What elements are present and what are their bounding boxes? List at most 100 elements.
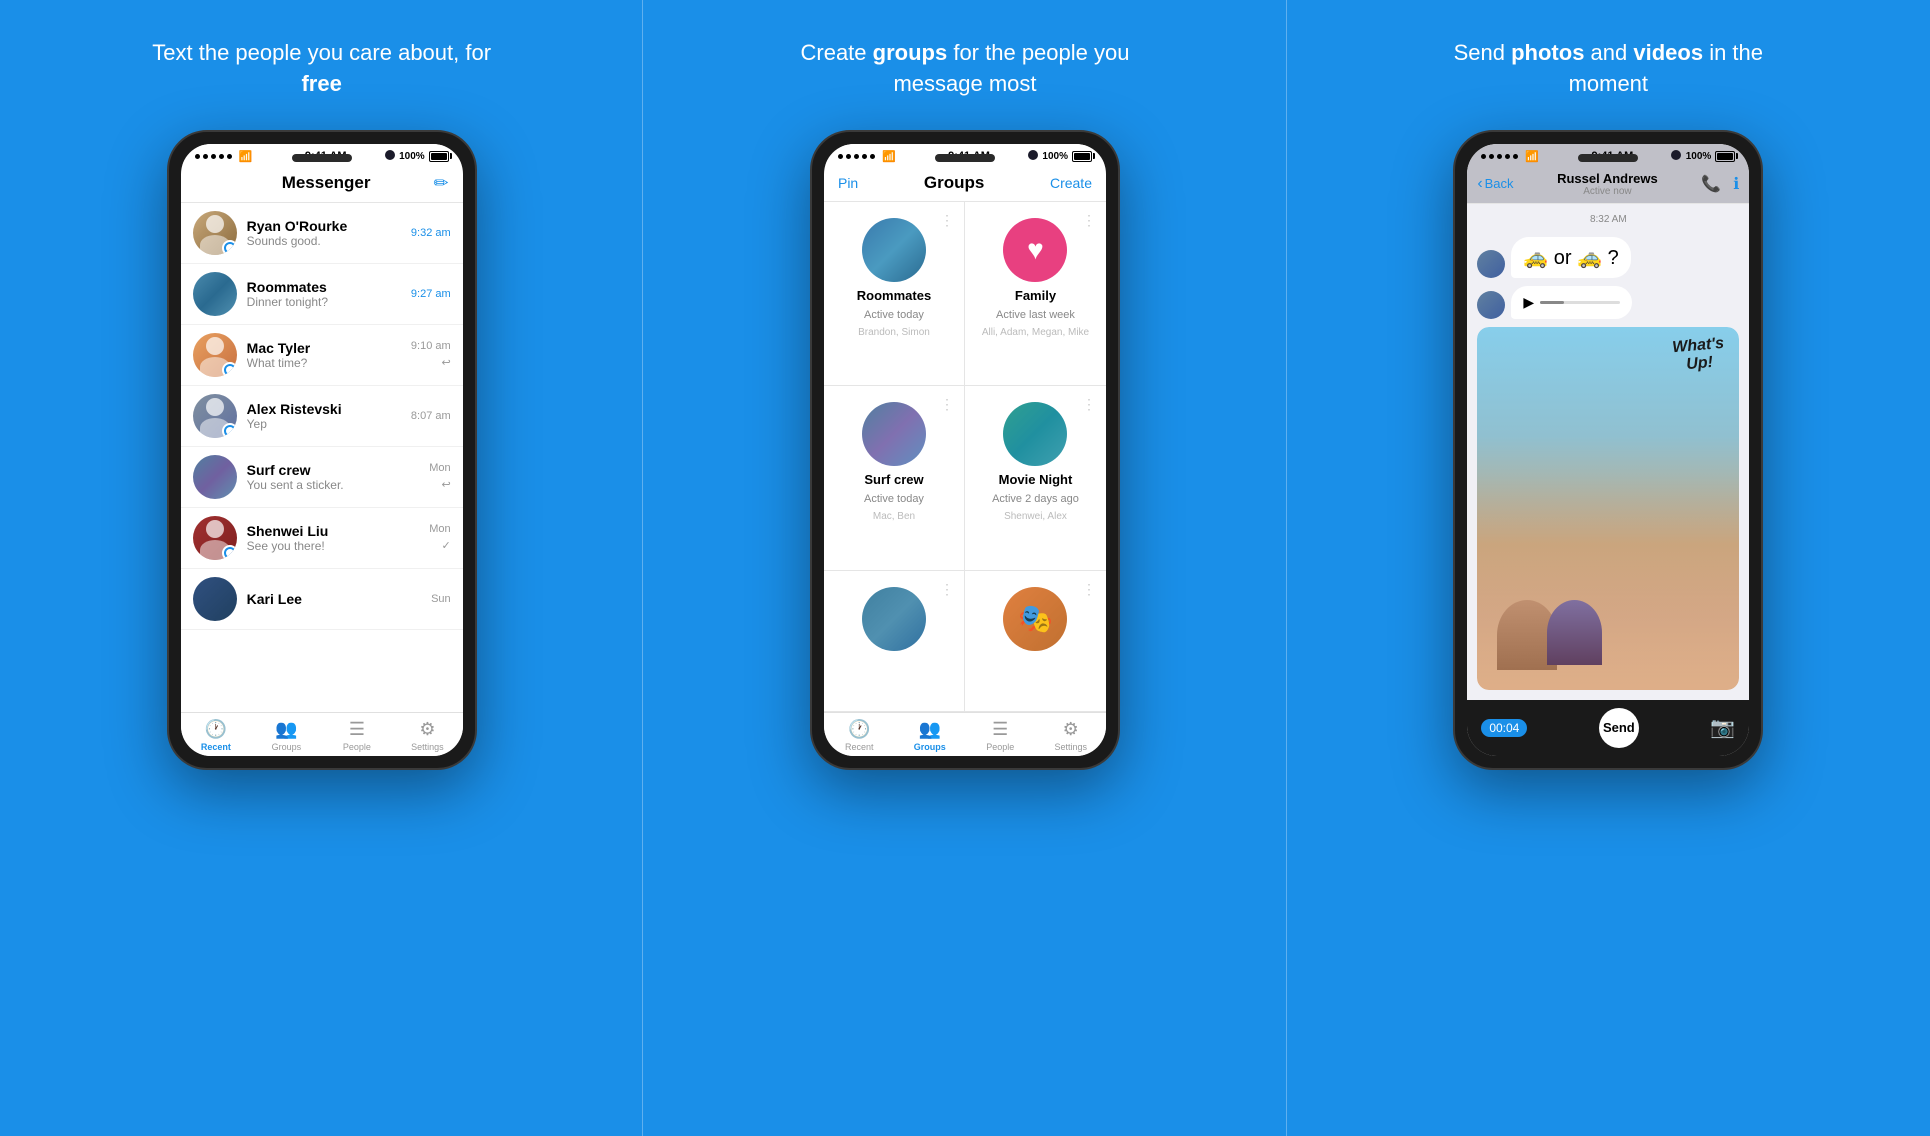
contact-info: Russel Andrews Active now xyxy=(1514,171,1702,197)
recent-icon-1: 🕐 xyxy=(205,719,227,740)
phone-speaker-2 xyxy=(935,154,995,162)
msg-time-alex: 8:07 am xyxy=(411,410,451,422)
group-members-roommates: Brandon, Simon xyxy=(858,327,930,338)
group-cell-beach[interactable]: ⋮ xyxy=(824,571,965,712)
panel-3-title: Send photos and videos in the moment xyxy=(1438,38,1778,100)
compose-icon[interactable]: ✏ xyxy=(434,173,449,194)
more-icon-beach[interactable]: ⋮ xyxy=(940,581,954,598)
msg-time-roommates: 9:27 am xyxy=(411,288,451,300)
tab-bar-1: 🕐 Recent 👥 Groups ☰ People ⚙ Settings xyxy=(181,712,463,756)
battery-icon-2 xyxy=(1072,151,1092,162)
phone-speaker-1 xyxy=(292,154,352,162)
tab-settings-1[interactable]: ⚙ Settings xyxy=(392,713,463,756)
chat-avatar-russel-2 xyxy=(1477,291,1505,319)
more-icon-family[interactable]: ⋮ xyxy=(1082,212,1096,229)
group-avatar-surf xyxy=(862,402,926,466)
badge-ryan xyxy=(222,240,237,255)
tab-people-2[interactable]: ☰ People xyxy=(965,713,1036,756)
msg-preview-shenwei: See you there! xyxy=(247,539,420,553)
tab-people-1[interactable]: ☰ People xyxy=(322,713,393,756)
battery-pct-3: 100% xyxy=(1686,151,1712,162)
group-activity-family: Active last week xyxy=(996,309,1075,321)
tab-groups-2[interactable]: 👥 Groups xyxy=(894,713,965,756)
badge-alex xyxy=(222,423,237,438)
msg-time-mac: 9:10 am xyxy=(411,340,451,352)
tab-settings-2[interactable]: ⚙ Settings xyxy=(1035,713,1106,756)
msg-preview-surf: You sent a sticker. xyxy=(247,478,420,492)
chevron-left-icon: ‹ xyxy=(1477,175,1482,193)
group-cell-family[interactable]: ⋮ ♥ Family Active last week Alli, Adam, … xyxy=(965,202,1106,387)
people-icon-1: ☰ xyxy=(349,719,365,740)
wifi-icon-3: 📶 xyxy=(1525,150,1539,163)
panel-1-title: Text the people you care about, for free xyxy=(152,38,492,100)
phone-3: 📶 9:41 AM 100% ‹ Back Russel xyxy=(1453,130,1763,770)
battery-pct-1: 100% xyxy=(399,151,425,162)
msg-item-roommates[interactable]: Roommates Dinner tonight? 9:27 am xyxy=(181,264,463,325)
msg-row-audio: ▶ xyxy=(1477,286,1739,319)
chat-header: ‹ Back Russel Andrews Active now 📞 ℹ xyxy=(1467,165,1749,204)
msg-item-alex[interactable]: Alex Ristevski Yep 8:07 am xyxy=(181,386,463,447)
group-members-family: Alli, Adam, Megan, Mike xyxy=(982,327,1089,338)
tab-label-settings-2: Settings xyxy=(1054,742,1087,752)
video-controls: 00:04 Send 📷 xyxy=(1467,700,1749,756)
msg-name-surf: Surf crew xyxy=(247,462,420,478)
info-icon[interactable]: ℹ xyxy=(1733,174,1739,194)
group-avatar-beach xyxy=(862,587,926,651)
avatar-mac xyxy=(193,333,237,377)
play-icon[interactable]: ▶ xyxy=(1523,294,1534,311)
msg-time-surf: Mon xyxy=(429,462,450,474)
photo-people xyxy=(1497,600,1602,670)
panel-text: Text the people you care about, for free… xyxy=(0,0,643,1136)
video-timer: 00:04 xyxy=(1481,719,1527,737)
badge-mac xyxy=(222,362,237,377)
msg-item-mac[interactable]: Mac Tyler What time? 9:10 am ↩ xyxy=(181,325,463,386)
phone-camera-3 xyxy=(1671,150,1681,160)
msg-item-ryan[interactable]: Ryan O'Rourke Sounds good. 9:32 am xyxy=(181,203,463,264)
msg-item-kari[interactable]: Kari Lee Sun xyxy=(181,569,463,630)
phone-2: 📶 9:41 AM 100% Pin Groups Create xyxy=(810,130,1120,770)
group-cell-other[interactable]: ⋮ 🎭 xyxy=(965,571,1106,712)
chat-messages: 8:32 AM 🚕 or 🚕 ? ▶ xyxy=(1467,204,1749,700)
group-activity-roommates: Active today xyxy=(864,309,924,321)
contact-name: Russel Andrews xyxy=(1514,171,1702,186)
group-cell-roommates[interactable]: ⋮ Roommates Active today Brandon, Simon xyxy=(824,202,965,387)
more-icon-movie[interactable]: ⋮ xyxy=(1082,396,1096,413)
group-cell-movie[interactable]: ⋮ Movie Night Active 2 days ago Shenwei,… xyxy=(965,386,1106,571)
group-avatar-family: ♥ xyxy=(1003,218,1067,282)
group-name-surf: Surf crew xyxy=(864,472,923,487)
camera-icon[interactable]: 📷 xyxy=(1710,715,1735,740)
phone-speaker-3 xyxy=(1578,154,1638,162)
msg-name-mac: Mac Tyler xyxy=(247,340,401,356)
group-activity-movie: Active 2 days ago xyxy=(992,493,1079,505)
create-button[interactable]: Create xyxy=(1050,175,1092,191)
back-button[interactable]: ‹ Back xyxy=(1477,175,1513,193)
phone-icon[interactable]: 📞 xyxy=(1701,174,1721,194)
battery-pct-2: 100% xyxy=(1042,151,1068,162)
recent-icon-2: 🕐 xyxy=(848,719,870,740)
tab-groups-1[interactable]: 👥 Groups xyxy=(251,713,322,756)
msg-name-kari: Kari Lee xyxy=(247,591,421,607)
tab-recent-1[interactable]: 🕐 Recent xyxy=(181,713,252,756)
msg-item-shenwei[interactable]: Shenwei Liu See you there! Mon ✓ xyxy=(181,508,463,569)
msg-name-roommates: Roommates xyxy=(247,279,401,295)
audio-bar xyxy=(1540,301,1620,304)
send-button[interactable]: Send xyxy=(1599,708,1639,748)
msg-row-taxi: 🚕 or 🚕 ? xyxy=(1477,237,1739,278)
msg-preview-roommates: Dinner tonight? xyxy=(247,295,401,309)
settings-icon-1: ⚙ xyxy=(419,719,435,740)
pin-button[interactable]: Pin xyxy=(838,175,858,191)
more-icon-other[interactable]: ⋮ xyxy=(1082,581,1096,598)
tab-label-people-2: People xyxy=(986,742,1014,752)
tab-recent-2[interactable]: 🕐 Recent xyxy=(824,713,895,756)
msg-preview-mac: What time? xyxy=(247,356,401,370)
signal-5 xyxy=(227,154,232,159)
msg-item-surf[interactable]: Surf crew You sent a sticker. Mon ↩ xyxy=(181,447,463,508)
wifi-icon: 📶 xyxy=(239,150,253,163)
messenger-header: Messenger ✏ xyxy=(181,165,463,203)
more-icon-roommates[interactable]: ⋮ xyxy=(940,212,954,229)
msg-time-shenwei: Mon xyxy=(429,523,450,535)
more-icon-surf[interactable]: ⋮ xyxy=(940,396,954,413)
group-cell-surf[interactable]: ⋮ Surf crew Active today Mac, Ben xyxy=(824,386,965,571)
avatar-ryan xyxy=(193,211,237,255)
phone-1: 📶 9:41 AM 100% Messenger ✏ xyxy=(167,130,477,770)
